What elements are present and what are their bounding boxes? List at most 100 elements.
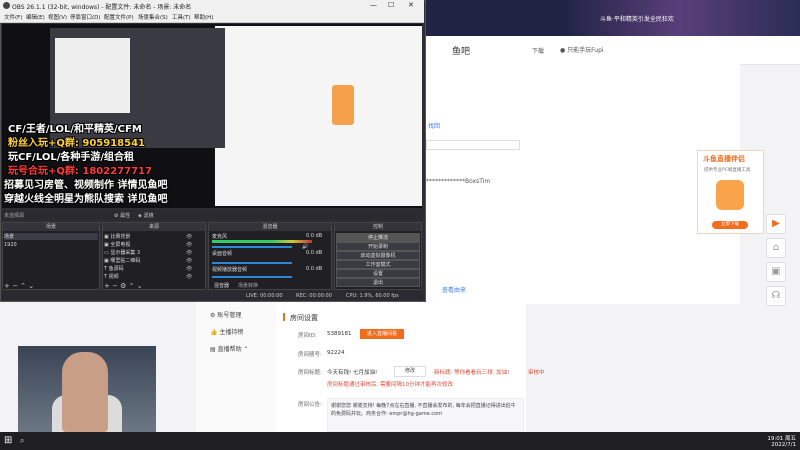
screen-icon[interactable]: ▣ [766, 262, 786, 282]
promo-download-button[interactable]: 立即下载 [712, 221, 748, 229]
monitor-icon: ▭ [104, 250, 109, 256]
room-title-value: 今天有钱! 七月加油! [327, 370, 378, 376]
close-icon[interactable]: ✕ [408, 1, 414, 9]
overlay-line-4: 玩号合玩+Q群: 1802277717 [8, 166, 152, 177]
menu-profile[interactable]: 配置文件(P) [104, 13, 134, 21]
room-id-label: 房间ID: [298, 333, 317, 339]
mixer-tab[interactable]: 混音器 [214, 282, 229, 289]
start-recording-button[interactable]: 开始录制 [336, 242, 420, 251]
gear-icon: ⚙ [210, 312, 216, 319]
preview-nested-screen [55, 38, 130, 113]
exit-button[interactable]: 退出 [336, 278, 420, 287]
user-menu[interactable]: ● 只能手玩Fupi [560, 45, 604, 54]
volume-slider[interactable] [212, 276, 292, 278]
mixer-channel-name: 麦克风 [212, 234, 228, 240]
maximize-icon[interactable]: ☐ [388, 1, 394, 9]
sources-header: 来源 [103, 223, 205, 231]
nav-item-ranking[interactable]: 👍 主播持榜 [210, 327, 243, 336]
notice-label: 房间公告: [298, 402, 322, 408]
source-item[interactable]: ▣ 哪里贴二维码 [104, 257, 140, 264]
transition-tab[interactable]: 场景转换 [238, 282, 258, 289]
nav-item-account[interactable]: ⚙ 账号管理 [210, 310, 241, 319]
stop-stream-button[interactable]: 停止推流 [336, 233, 420, 242]
overlay-line-2: 粉丝入玩+Q群: 905918541 [8, 138, 145, 149]
filters-button[interactable]: ◈ 滤镜 [138, 212, 153, 219]
source-type-icon: ▣ [104, 258, 109, 264]
chevron-up-icon: ⌃ [243, 346, 249, 353]
masked-key: *************BoxsTim [426, 178, 491, 185]
menu-view[interactable]: 视图(V) [48, 13, 67, 21]
overlay-line-1: CF/王者/LOL/和平精英/CFM [8, 124, 142, 135]
scene-list-controls[interactable]: + − ⌃ ⌄ [4, 282, 34, 290]
source-item[interactable]: ▣ 全屏电视 [104, 241, 130, 248]
clock-date: 2022/7/1 [771, 442, 796, 448]
source-list-controls[interactable]: + − ⚙ ⌃ ⌄ [104, 282, 143, 290]
source-toolbar [2, 210, 422, 220]
room-title-label: 房间标题: [298, 370, 322, 376]
mixer-channel-level: 0.0 dB [306, 233, 323, 239]
visibility-eye-icons[interactable]: 👁 👁 👁 👁 👁 👁 [186, 233, 192, 281]
properties-button[interactable]: ⚙ 属性 [114, 212, 130, 219]
virtual-camera-button[interactable]: 启动虚拟摄像机 [336, 251, 420, 260]
source-item[interactable]: ▣ 比赛背景 [104, 233, 130, 240]
download-link[interactable]: 下载 [532, 46, 544, 55]
enter-room-button[interactable]: 进入直播间看 [360, 329, 404, 339]
section-title: 房间设置 [290, 314, 318, 322]
mixer-channel-level: 0.0 dB [306, 250, 323, 256]
play-icon[interactable]: ▶ [766, 214, 786, 234]
obs-menubar: 文件(F) 编辑(E) 视图(V) 停靠窗口(D) 配置文件(P) 场景集合(S… [0, 12, 424, 23]
minimize-icon[interactable]: — [370, 1, 377, 9]
cpu-fps: CPU: 1.9%, 60.00 fps [346, 293, 399, 299]
webcam-person [62, 352, 108, 432]
studio-mode-button[interactable]: 工作室模式 [336, 260, 420, 269]
notice-box[interactable]: 谢谢您您 谢谢支持! 每晚7点左右直播, 不直播会发布的, 每年会把直播记得进出… [327, 398, 524, 432]
overlay-line-5: 招募见习房管、视频制作 详情见鱼吧 [4, 180, 168, 191]
source-type-icon: ▣ [104, 234, 109, 240]
recover-link[interactable]: 找回 [428, 121, 440, 130]
volume-slider[interactable] [212, 262, 292, 264]
menu-edit[interactable]: 编辑(E) [26, 13, 45, 21]
text-field[interactable] [426, 140, 520, 150]
scene-item[interactable]: 1920 [4, 242, 17, 248]
title-rule-hint: 房间标题通过审核后, 需要间隔10分钟才能再次修改 [327, 382, 453, 388]
rec-timer: REC: 00:00:00 [296, 293, 332, 299]
overlay-line-3: 玩CF/LOL/各种手游/组合租 [8, 152, 135, 163]
nav-item-help[interactable]: ▤ 直播帮助 ⌃ [210, 344, 249, 353]
home-icon[interactable]: ⌂ [766, 238, 786, 258]
volume-slider[interactable] [212, 246, 292, 248]
source-item[interactable]: ▭ 显示器采集 3 [104, 249, 140, 256]
live-timer: LIVE: 00:00:00 [246, 293, 283, 299]
room-id-value: 5389181 [327, 331, 352, 337]
menu-scene-collection[interactable]: 场景集合(S) [138, 13, 168, 21]
site-banner[interactable] [560, 0, 800, 36]
mixer-channel-level: 0.0 dB [306, 266, 323, 272]
system-clock[interactable]: 19:01 周五 2022/7/1 [748, 434, 796, 448]
header-title[interactable]: 鱼吧 [452, 44, 470, 57]
menu-help[interactable]: 帮助(H) [194, 13, 213, 21]
search-icon[interactable]: ⌕ [20, 436, 24, 446]
source-item[interactable]: T 鱼源码 [104, 265, 124, 272]
menu-tools[interactable]: 工具(T) [172, 13, 191, 21]
menu-docks[interactable]: 停靠窗口(D) [70, 13, 101, 21]
source-item[interactable]: T 视频 [104, 273, 119, 280]
scene-item[interactable]: 场景 [4, 233, 98, 240]
taskbar [0, 432, 800, 450]
edit-title-button[interactable]: 修改 [394, 366, 426, 377]
gear-icon: ⚙ [114, 213, 119, 219]
windows-start-icon[interactable]: ⊞ [4, 435, 12, 446]
view-origin-link[interactable]: 查看由来 [442, 285, 466, 294]
menu-file[interactable]: 文件(F) [4, 13, 22, 21]
text-icon: T [104, 266, 108, 272]
book-icon: ▤ [210, 346, 216, 353]
mixer-channel-name: 桌面音频 [212, 251, 233, 257]
controls-header: 控制 [335, 223, 421, 231]
promo-subtitle: 提供专业PC端直播工具 [704, 168, 751, 173]
site-header [420, 36, 800, 65]
settings-button[interactable]: 设置 [336, 269, 420, 278]
banner-text: 斗鱼·平和精英引发全民狂欢 [600, 16, 674, 23]
volume-meter [212, 240, 312, 243]
headset-icon[interactable]: ☊ [766, 286, 786, 306]
preview-screen-capture [215, 26, 422, 206]
filter-icon: ◈ [138, 213, 142, 219]
preview-promo-thumb [332, 85, 354, 125]
